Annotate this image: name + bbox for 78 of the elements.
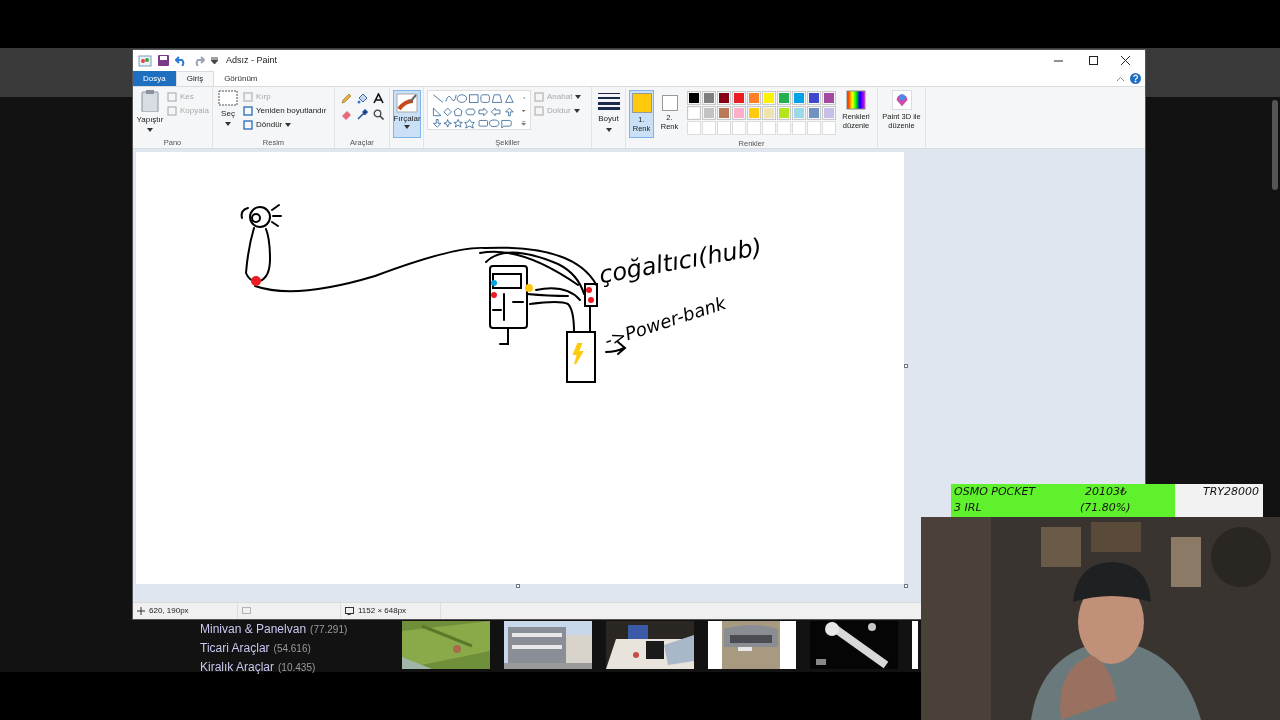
ribbon-tab[interactable]: Görünüm	[214, 71, 268, 86]
close-icon[interactable]	[1121, 56, 1130, 65]
palette-color[interactable]	[822, 91, 836, 105]
donation-subtitle: 3 IRL	[954, 501, 982, 515]
palette-color[interactable]	[747, 106, 761, 120]
donation-title: OSMO POCKET	[954, 485, 1036, 499]
redo-icon[interactable]	[193, 55, 205, 66]
palette-color[interactable]	[717, 91, 731, 105]
cursor-position-icon	[137, 607, 145, 615]
category-count: (10.435)	[278, 661, 316, 675]
resize-handle[interactable]	[904, 584, 908, 588]
category-count: (54.616)	[273, 642, 311, 656]
color-picker-icon[interactable]	[357, 109, 368, 120]
line-width-icon	[597, 92, 620, 110]
caret-icon	[285, 123, 292, 127]
palette-color[interactable]	[687, 106, 701, 120]
save-icon[interactable]	[158, 55, 169, 66]
palette-color[interactable]	[732, 106, 746, 120]
paint-3d-icon	[891, 90, 912, 110]
caret-icon	[605, 128, 612, 132]
caret-icon	[147, 128, 153, 132]
caret-icon	[404, 125, 410, 129]
selection-icon	[218, 90, 238, 106]
collapse-ribbon-icon[interactable]	[1117, 76, 1124, 81]
caret-icon	[225, 122, 231, 126]
size-button[interactable]: Boyut	[595, 90, 622, 132]
cursor-position: 620, 190px	[149, 605, 189, 617]
resize-handle[interactable]	[516, 584, 520, 588]
palette-color[interactable]	[702, 106, 716, 120]
ribbon-command[interactable]: Yeniden boyutlandır	[243, 104, 327, 118]
donation-percent: (71.80%)	[1080, 501, 1131, 515]
shapes-gallery[interactable]	[427, 90, 531, 130]
caret-icon	[573, 109, 580, 113]
magnifier-icon[interactable]	[373, 109, 384, 120]
palette-color[interactable]	[792, 106, 806, 120]
palette-color[interactable]	[762, 106, 776, 120]
palette-color[interactable]	[732, 91, 746, 105]
window-title: Adsız - Paint	[226, 53, 278, 67]
eraser-icon[interactable]	[341, 109, 352, 120]
palette-color[interactable]	[702, 91, 716, 105]
palette-color[interactable]	[762, 91, 776, 105]
palette-color[interactable]	[807, 91, 821, 105]
color-spectrum-icon	[846, 90, 866, 110]
palette-color[interactable]	[747, 91, 761, 105]
clipboard-icon	[141, 90, 159, 112]
brushes-button[interactable]: Fırçalar	[393, 90, 421, 138]
palette-color[interactable]	[777, 91, 791, 105]
donation-amount: 20103₺	[1085, 485, 1127, 499]
donation-goal: TRY28000	[1202, 485, 1259, 499]
selection-size-icon	[242, 607, 251, 615]
maximize-icon[interactable]	[1089, 56, 1098, 65]
paste-button[interactable]: Yapıştır	[136, 90, 164, 132]
palette-color[interactable]	[792, 91, 806, 105]
palette-color[interactable]	[717, 106, 731, 120]
pencil-icon[interactable]	[341, 93, 352, 104]
customize-icon[interactable]	[211, 57, 218, 64]
caret-icon	[575, 95, 582, 99]
palette-color[interactable]	[687, 91, 701, 105]
ribbon-tab[interactable]: Giriş	[175, 71, 215, 86]
palette-color[interactable]	[777, 106, 791, 120]
ribbon-tab[interactable]: Dosya	[133, 71, 176, 86]
paint-app-icon	[138, 54, 152, 67]
canvas-size-icon	[345, 607, 354, 615]
category-link[interactable]: Kiralık Araçlar	[200, 659, 275, 676]
undo-icon[interactable]	[175, 55, 187, 66]
help-icon[interactable]	[1130, 73, 1141, 84]
resize-handle[interactable]	[904, 364, 908, 368]
ribbon-command[interactable]: Döndür	[243, 118, 327, 132]
fill-bucket-icon[interactable]	[357, 93, 368, 104]
palette-color[interactable]	[822, 106, 836, 120]
canvas-size: 1152 × 648px	[358, 605, 407, 617]
palette-color[interactable]	[807, 106, 821, 120]
select-button[interactable]: Seç	[216, 90, 240, 126]
brush-icon	[396, 93, 418, 113]
category-link[interactable]: Ticari Araçlar	[200, 640, 270, 657]
category-count: (77.291)	[310, 623, 348, 637]
category-link[interactable]: Minivan & Panelvan	[200, 621, 307, 638]
text-icon[interactable]	[373, 93, 384, 104]
